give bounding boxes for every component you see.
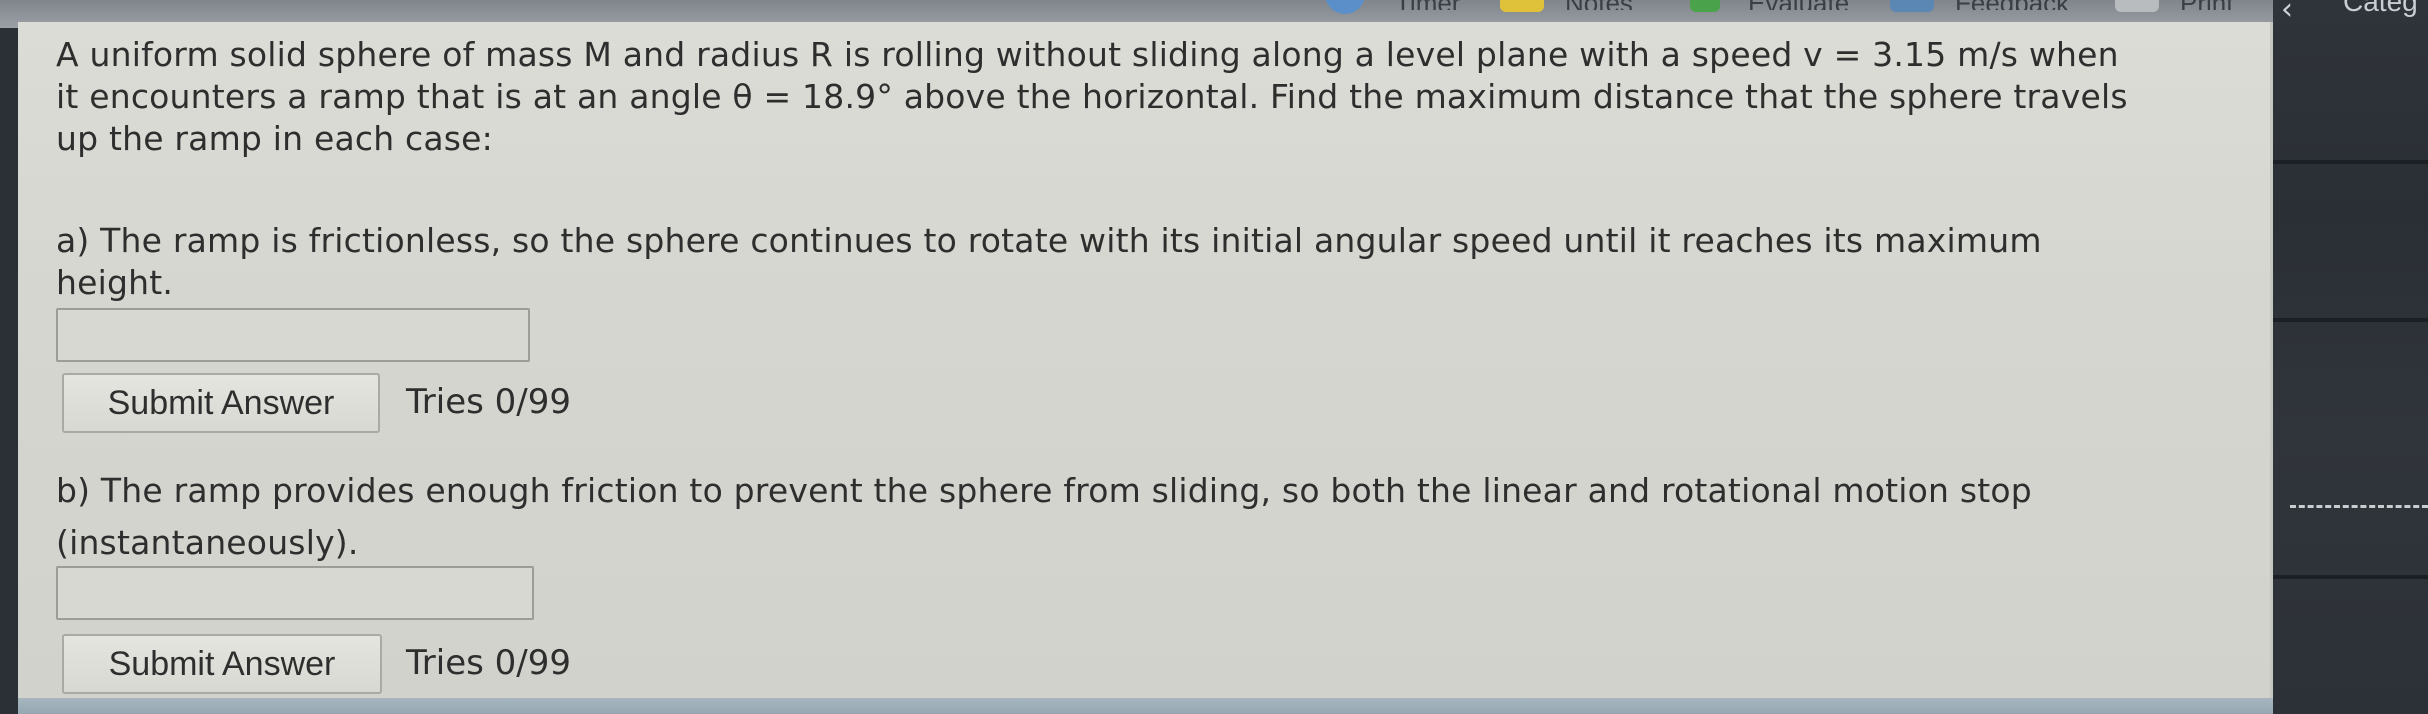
notes-icon[interactable] [1500, 0, 1544, 12]
dashed-divider [2290, 505, 2428, 508]
part-b-text-line-1: b) The ramp provides enough friction to … [56, 471, 2032, 510]
chevron-left-icon[interactable]: ‹ [2281, 0, 2293, 27]
toolbar-timer[interactable]: Timer [1395, 0, 1460, 10]
problem-statement-line-2: it encounters a ramp that is at an angle… [56, 77, 2128, 116]
feedback-icon[interactable] [1890, 0, 1934, 12]
toolbar-print[interactable]: Print [2180, 0, 2233, 10]
timer-icon[interactable] [1325, 0, 1365, 14]
part-b-text-line-2: (instantaneously). [56, 523, 359, 562]
problem-panel: A uniform solid sphere of mass M and rad… [18, 22, 2273, 714]
part-b-submit-button[interactable]: Submit Answer [62, 634, 382, 694]
divider [2273, 160, 2428, 164]
part-a-submit-button[interactable]: Submit Answer [62, 373, 380, 433]
side-background: ‹ Categ [2273, 0, 2428, 714]
part-a-answer-input[interactable] [56, 308, 530, 362]
evaluate-icon[interactable] [1690, 0, 1720, 12]
divider [2273, 318, 2428, 322]
print-icon[interactable] [2115, 0, 2159, 12]
part-b-tries-counter: Tries 0/99 [406, 643, 571, 683]
part-a-text-line-1: a) The ramp is frictionless, so the sphe… [56, 221, 2042, 260]
part-b-answer-input[interactable] [56, 566, 534, 620]
bottom-scroll-bar[interactable] [18, 698, 2273, 714]
toolbar-notes[interactable]: Notes [1565, 0, 1633, 10]
screen: Timer Notes Evaluate Feedback Print ‹ Ca… [0, 0, 2428, 714]
problem-statement-line-1: A uniform solid sphere of mass M and rad… [56, 35, 2119, 74]
part-a-tries-counter: Tries 0/99 [406, 382, 571, 422]
problem-statement-line-3: up the ramp in each case: [56, 119, 493, 158]
category-label[interactable]: Categ [2343, 0, 2418, 18]
toolbar-feedback[interactable]: Feedback [1955, 0, 2069, 10]
part-a-text-line-2: height. [56, 263, 174, 302]
toolbar-evaluate[interactable]: Evaluate [1748, 0, 1849, 10]
divider [2273, 575, 2428, 579]
